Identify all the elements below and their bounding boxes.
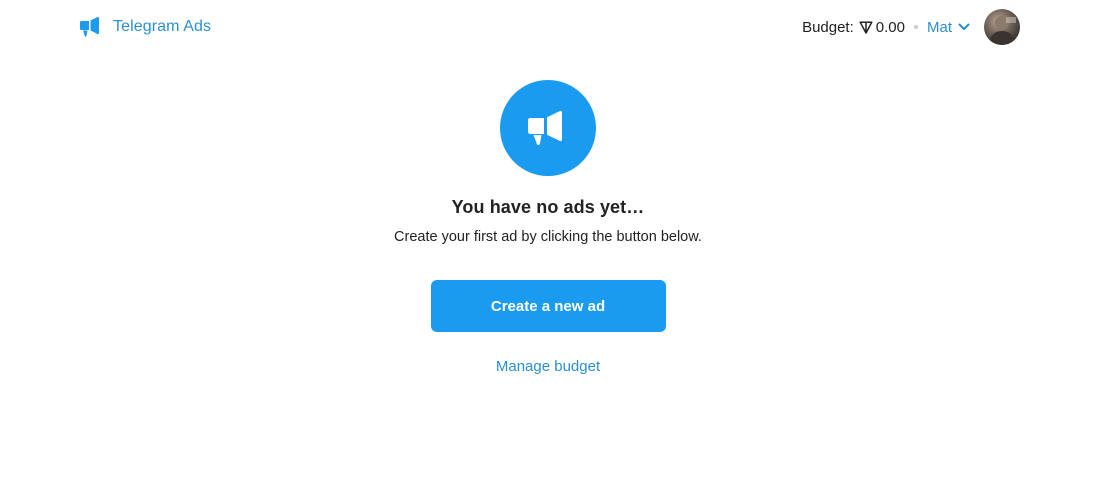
manage-budget-link[interactable]: Manage budget — [496, 358, 600, 375]
brand-logo-link[interactable]: Telegram Ads — [79, 16, 211, 38]
user-menu-toggle[interactable]: Mat — [927, 19, 970, 36]
header: Telegram Ads Budget: 0.00 Mat — [0, 0, 1096, 56]
ton-icon — [859, 20, 873, 34]
chevron-down-icon — [958, 23, 970, 30]
empty-state-title: You have no ads yet… — [451, 197, 645, 217]
empty-state-subtitle: Create your first ad by clicking the but… — [394, 229, 702, 245]
budget-value: 0.00 — [875, 18, 905, 36]
megaphone-icon — [80, 16, 99, 37]
user-name: Mat — [926, 18, 952, 36]
empty-state-badge — [500, 80, 596, 176]
avatar-photo-icon — [989, 16, 1016, 45]
create-new-ad-button[interactable]: Create a new ad — [430, 280, 666, 332]
budget-label: Budget: — [802, 18, 854, 36]
megaphone-icon — [528, 110, 562, 146]
empty-state: You have no ads yet… Create your first a… — [0, 80, 1096, 376]
brand-name: Telegram Ads — [113, 18, 212, 35]
separator-dot — [913, 25, 918, 29]
header-right: Budget: 0.00 Mat — [802, 9, 1020, 45]
avatar[interactable] — [984, 9, 1020, 45]
